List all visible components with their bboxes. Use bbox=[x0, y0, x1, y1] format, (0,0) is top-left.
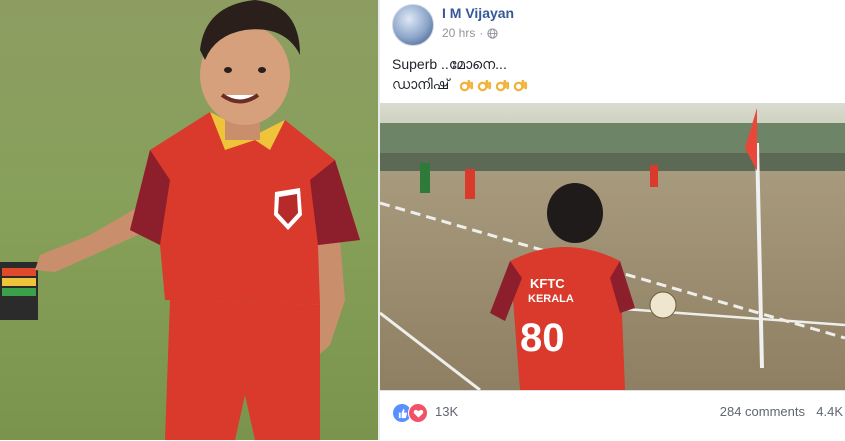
child-photo-illustration bbox=[0, 0, 378, 440]
ok-hand-icon bbox=[513, 79, 528, 92]
jersey-number: 80 bbox=[520, 316, 565, 360]
reaction-count[interactable]: 13K bbox=[435, 404, 458, 419]
reaction-icons[interactable] bbox=[392, 403, 428, 423]
author-avatar[interactable] bbox=[392, 4, 434, 46]
ok-hand-icon bbox=[495, 79, 510, 92]
globe-icon[interactable] bbox=[487, 27, 498, 39]
post-video[interactable]: KFTC KERALA 80 bbox=[380, 103, 845, 390]
jersey-text-line2: KERALA bbox=[528, 293, 574, 305]
post-footer: 13K 284 comments 4.4K bbox=[380, 390, 845, 441]
emoji-group bbox=[459, 78, 528, 93]
ok-hand-icon bbox=[459, 79, 474, 92]
jersey-text-line1: KFTC bbox=[530, 276, 565, 291]
ok-hand-icon bbox=[477, 79, 492, 92]
comments-count[interactable]: 284 comments bbox=[720, 404, 805, 419]
corner-flag-icon bbox=[0, 262, 38, 320]
post-text-line2: ഡാനിഷ് bbox=[392, 76, 450, 92]
facebook-post: I M Vijayan 20 hrs · Superb ..മോനെ... ഡാ… bbox=[380, 0, 845, 440]
post-timestamp[interactable]: 20 hrs bbox=[442, 26, 475, 40]
post-meta: 20 hrs · bbox=[442, 26, 498, 40]
post-text: Superb ..മോനെ... ഡാനിഷ് bbox=[392, 54, 528, 94]
shares-count[interactable]: 4.4K bbox=[816, 404, 843, 419]
meta-separator: · bbox=[479, 26, 484, 40]
author-name[interactable]: I M Vijayan bbox=[442, 5, 514, 21]
love-icon[interactable] bbox=[408, 403, 428, 423]
post-text-line1: Superb ..മോനെ... bbox=[392, 56, 507, 72]
video-frame-illustration: KFTC KERALA 80 bbox=[380, 103, 845, 390]
post-text-line2-row: ഡാനിഷ് bbox=[392, 74, 528, 94]
child-photo bbox=[0, 0, 378, 440]
